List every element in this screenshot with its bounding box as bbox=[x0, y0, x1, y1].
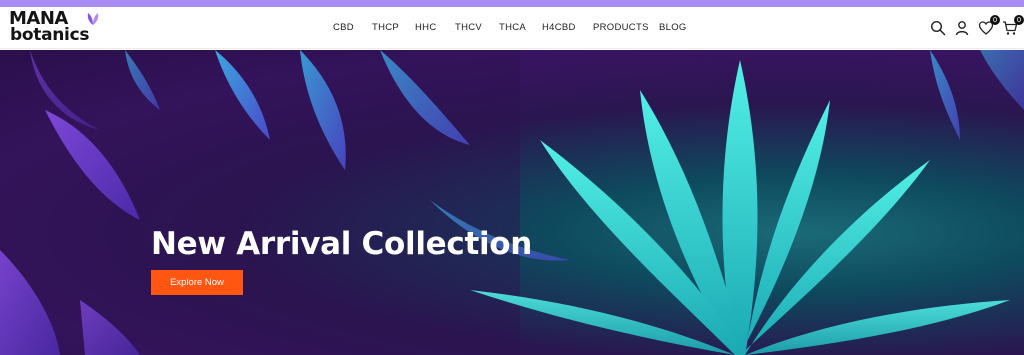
wishlist-count-badge: 0 bbox=[990, 15, 1000, 25]
header-actions: 0 0 bbox=[914, 7, 1024, 49]
explore-now-button[interactable]: Explore Now bbox=[151, 270, 243, 295]
main-nav: CBD THCP HHC THCV THCA H4CBD PRODUCTS BL… bbox=[0, 7, 1024, 49]
hero-background-leaves bbox=[0, 50, 1024, 355]
nav-item-cbd[interactable]: CBD bbox=[333, 7, 354, 49]
nav-item-hhc[interactable]: HHC bbox=[415, 7, 436, 49]
nav-item-thcp[interactable]: THCP bbox=[372, 7, 399, 49]
nav-item-thca[interactable]: THCA bbox=[499, 7, 526, 49]
site-header: MANA botanics CBD THCP HHC THCV THCA H4C… bbox=[0, 7, 1024, 49]
top-announcement-stripe bbox=[0, 0, 1024, 7]
user-icon[interactable] bbox=[954, 20, 970, 36]
search-icon[interactable] bbox=[930, 20, 946, 36]
cart-button[interactable]: 0 bbox=[1002, 15, 1024, 36]
cart-count-badge: 0 bbox=[1014, 15, 1024, 25]
nav-item-blog[interactable]: BLOG bbox=[659, 7, 687, 49]
hero-banner[interactable]: New Arrival Collection Explore Now bbox=[0, 50, 1024, 355]
nav-item-h4cbd[interactable]: H4CBD bbox=[542, 7, 576, 49]
hero-title: New Arrival Collection bbox=[151, 226, 533, 262]
wishlist-button[interactable]: 0 bbox=[978, 15, 1000, 36]
nav-item-thcv[interactable]: THCV bbox=[455, 7, 482, 49]
nav-item-products[interactable]: PRODUCTS bbox=[593, 7, 649, 49]
